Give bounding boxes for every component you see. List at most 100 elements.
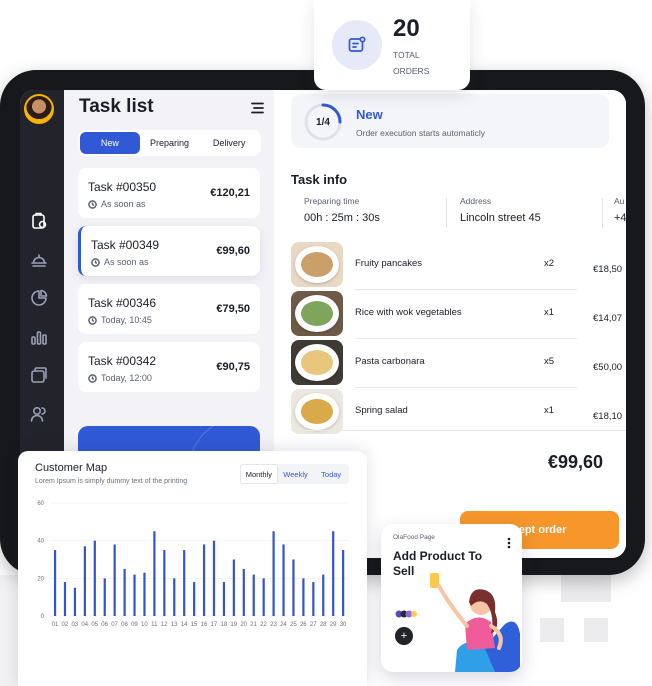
order-status-tabs: New Preparing Delivery — [78, 130, 261, 156]
y-tick-label: 40 — [37, 539, 44, 545]
food-image — [291, 291, 343, 336]
add-product-card[interactable]: OlaFood Page Add Product To Sell + — [381, 524, 522, 672]
avatar[interactable] — [24, 94, 54, 124]
order-card[interactable]: Task #00350 As soon as €120,21 — [78, 168, 260, 218]
wallet-icon[interactable] — [30, 366, 48, 384]
chart-bar[interactable] — [93, 540, 96, 616]
order-card[interactable]: Task #00346 Today, 10:45 €79,50 — [78, 284, 260, 334]
clipboard-icon[interactable] — [30, 212, 48, 230]
background-shape — [561, 575, 611, 602]
order-time-text: Today, 12:00 — [101, 373, 152, 383]
customer-map-subtitle: Lorem Ipsum is simply dummy text of the … — [35, 478, 188, 485]
field-value: Lincoln street 45 — [460, 212, 541, 224]
chart-bar[interactable] — [272, 531, 275, 616]
chart-bar[interactable] — [282, 544, 285, 616]
product-card-subtitle: OlaFood Page — [393, 534, 435, 541]
chart-bar[interactable] — [342, 550, 345, 616]
x-tick-label: 05 — [91, 622, 98, 628]
item-price: €14,07 — [593, 313, 623, 324]
tab-today[interactable]: Today — [313, 464, 349, 484]
order-time-text: As soon as — [104, 257, 149, 267]
task-list-title: Task list — [79, 96, 154, 117]
x-tick-label: 15 — [191, 622, 198, 628]
chart-bar[interactable] — [173, 578, 176, 616]
order-name: Task #00342 — [88, 354, 157, 368]
order-name: Task #00350 — [88, 180, 157, 194]
order-card[interactable]: Task #00342 Today, 12:00 €90,75 — [78, 342, 260, 392]
item-qty: x1 — [544, 405, 555, 416]
tab-weekly[interactable]: Weekly — [278, 464, 314, 484]
chart-bar[interactable] — [83, 546, 86, 616]
y-tick-label: 0 — [41, 614, 45, 620]
chart-bar[interactable] — [63, 582, 67, 616]
chart-bar[interactable] — [332, 531, 335, 616]
x-tick-label: 18 — [220, 622, 227, 628]
food-image — [291, 389, 343, 434]
order-card-selected[interactable]: Task #00349 As soon as €99,60 — [78, 226, 260, 276]
clock-icon — [91, 257, 100, 267]
order-item[interactable]: Pasta carbonara x5 €50,00 — [291, 340, 626, 388]
address-field: Address Lincoln street 45 — [460, 196, 541, 224]
progress-label: 1/4 — [316, 116, 330, 128]
chart-bar[interactable] — [302, 578, 305, 616]
item-price: €18,50 — [593, 264, 623, 275]
menu-icon[interactable] — [250, 101, 264, 114]
chart-bar[interactable] — [53, 550, 57, 616]
pie-chart-icon[interactable] — [30, 289, 48, 307]
chart-bar[interactable] — [212, 540, 216, 616]
x-tick-label: 22 — [260, 622, 267, 628]
chart-bar[interactable] — [113, 544, 116, 616]
chart-bar[interactable] — [183, 550, 186, 616]
chart-bar[interactable] — [73, 587, 77, 616]
chart-bar[interactable] — [143, 572, 146, 616]
chart-bar[interactable] — [193, 582, 196, 616]
order-item[interactable]: Spring salad x1 €18,10 — [291, 389, 626, 434]
chart-bar[interactable] — [153, 531, 156, 616]
item-qty: x2 — [544, 258, 555, 269]
chart-bar[interactable] — [202, 544, 206, 616]
chart-bar[interactable] — [252, 574, 255, 616]
food-image — [291, 340, 343, 385]
status-subtitle: Order execution starts automaticly — [356, 128, 485, 138]
add-button[interactable]: + — [395, 627, 413, 645]
x-tick-label: 11 — [151, 622, 158, 628]
divider — [446, 198, 447, 228]
chart-bar[interactable] — [312, 582, 315, 616]
cloche-icon[interactable] — [30, 250, 48, 268]
chart-bar[interactable] — [222, 582, 226, 616]
order-item[interactable]: Fruity pancakes x2 €18,50 — [291, 242, 626, 290]
x-tick-label: 19 — [230, 622, 237, 628]
chart-bar[interactable] — [133, 574, 136, 616]
tab-new[interactable]: New — [80, 132, 140, 154]
background-shape — [584, 618, 608, 642]
total-orders-label: TOTAL ORDERS — [393, 50, 430, 76]
divider — [355, 387, 577, 388]
x-tick-label: 03 — [71, 622, 78, 628]
tab-monthly[interactable]: Monthly — [240, 464, 278, 484]
chart-bar[interactable] — [163, 550, 166, 616]
customer-bar-chart: 020406001 02 03 04 05 06 07 08 09 10 11 12 13 14 15 16 1… — [37, 501, 348, 628]
chart-bar[interactable] — [123, 568, 126, 616]
period-tabs: Monthly Weekly Today — [240, 464, 349, 484]
background-shape — [0, 575, 18, 686]
chart-bar[interactable] — [103, 578, 106, 616]
total-orders-count: 20 — [393, 15, 420, 42]
users-icon[interactable] — [30, 405, 48, 423]
tab-preparing[interactable]: Preparing — [140, 132, 200, 154]
chart-bar[interactable] — [232, 559, 235, 617]
order-price: €99,60 — [216, 245, 250, 257]
bar-chart-icon[interactable] — [30, 328, 48, 346]
chart-bar[interactable] — [292, 559, 295, 617]
item-qty: x1 — [544, 307, 555, 318]
x-tick-label: 26 — [300, 622, 307, 628]
chart-bar[interactable] — [242, 568, 245, 616]
tab-delivery[interactable]: Delivery — [199, 132, 259, 154]
order-item[interactable]: Rice with wok vegetables x1 €14,07 — [291, 291, 626, 339]
order-time: As soon as — [91, 257, 149, 267]
x-tick-label: 04 — [81, 622, 88, 628]
x-tick-label: 23 — [270, 622, 277, 628]
more-icon[interactable] — [507, 536, 511, 549]
status-title: New — [356, 107, 383, 122]
chart-bar[interactable] — [262, 578, 265, 616]
chart-bar[interactable] — [322, 574, 325, 616]
